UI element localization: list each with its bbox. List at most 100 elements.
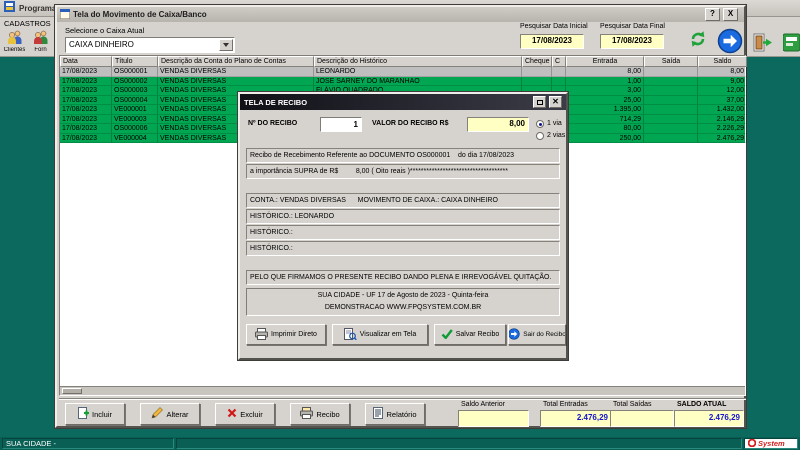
desktop: { "app": { "title": "Programa", "menu": … bbox=[0, 0, 800, 450]
dialog-titlebar[interactable]: TELA DE RECIBO ✕ bbox=[240, 94, 566, 110]
table-cell: 12,00 bbox=[698, 86, 747, 96]
toolbar-clientes-button[interactable]: Clientes bbox=[2, 30, 27, 57]
window-titlebar[interactable]: Tela do Movimento de Caixa/Banco bbox=[57, 7, 744, 22]
table-row[interactable]: 17/08/2023OS000002VENDAS DIVERSASJOSE SA… bbox=[60, 77, 745, 87]
incluir-button[interactable]: Incluir bbox=[65, 403, 125, 425]
toolbar-icon-button[interactable] bbox=[783, 32, 800, 58]
statusbar-spacer bbox=[176, 438, 742, 449]
table-cell: 8,00 bbox=[698, 67, 747, 77]
printer-icon bbox=[255, 328, 268, 342]
saldo-anterior-field bbox=[458, 410, 529, 427]
search-go-button[interactable] bbox=[717, 28, 743, 54]
table-cell: 8,00 bbox=[566, 67, 644, 77]
statusbar-city: SUA CIDADE - bbox=[2, 438, 174, 449]
alterar-button[interactable]: Alterar bbox=[140, 403, 200, 425]
grid-header: Data Título Descrição da Conta do Plano … bbox=[60, 56, 745, 67]
toolbar-icon bbox=[783, 40, 800, 57]
button-label: Incluir bbox=[92, 410, 112, 419]
column-header[interactable]: C bbox=[552, 56, 566, 67]
dialog-close-button[interactable]: ✕ bbox=[549, 96, 562, 108]
date-end-field[interactable]: 17/08/2023 bbox=[600, 34, 664, 49]
saldo-anterior-label: Saldo Anterior bbox=[461, 401, 505, 408]
excluir-button[interactable]: Excluir bbox=[215, 403, 275, 425]
table-cell: 17/08/2023 bbox=[60, 77, 112, 87]
button-label: Recibo bbox=[316, 410, 339, 419]
exit-door-icon bbox=[752, 40, 773, 57]
table-cell: 1,00 bbox=[566, 77, 644, 87]
sair-recibo-button[interactable]: Sair do Recibo bbox=[508, 324, 566, 345]
column-header[interactable]: Título bbox=[112, 56, 158, 67]
table-cell: OS000001 bbox=[112, 67, 158, 77]
caixa-combobox[interactable]: CAIXA DINHEIRO bbox=[65, 37, 235, 53]
table-cell bbox=[644, 124, 698, 134]
visualizar-tela-button[interactable]: Visualizar em Tela bbox=[332, 324, 428, 345]
toolbar-label: Clientes bbox=[4, 47, 26, 53]
table-cell bbox=[644, 115, 698, 125]
column-header[interactable]: Entrada bbox=[566, 56, 644, 67]
column-header[interactable]: Saldo bbox=[698, 56, 747, 67]
total-entradas-label: Total Entradas bbox=[543, 401, 588, 408]
horizontal-scrollbar[interactable] bbox=[60, 386, 745, 395]
refresh-icon bbox=[688, 29, 708, 54]
table-cell: 1.432,00 bbox=[698, 105, 747, 115]
table-cell: 2.476,29 bbox=[698, 134, 747, 144]
table-cell bbox=[644, 105, 698, 115]
column-header[interactable]: Cheque bbox=[522, 56, 552, 67]
table-cell: OS000002 bbox=[112, 77, 158, 87]
logo-swirl-icon bbox=[748, 439, 756, 449]
close-button[interactable]: X bbox=[723, 8, 738, 21]
add-record-icon bbox=[78, 407, 89, 421]
menu-cadastros[interactable]: CADASTROS bbox=[4, 19, 51, 28]
clients-icon bbox=[7, 30, 23, 47]
recibo-importancia-line: a importância SUPRA de R$ 8,00 ( Oito re… bbox=[246, 164, 560, 179]
toolbar-label: Forn bbox=[34, 47, 46, 53]
table-cell: 2.146,29 bbox=[698, 115, 747, 125]
valor-recibo-input[interactable]: 8,00 bbox=[467, 117, 529, 132]
table-cell: VENDAS DIVERSAS bbox=[158, 77, 314, 87]
toolbar-fornecedores-button[interactable]: Forn bbox=[28, 30, 53, 57]
date-start-field[interactable]: 17/08/2023 bbox=[520, 34, 584, 49]
table-row[interactable]: 17/08/2023OS000001VENDAS DIVERSASLEONARD… bbox=[60, 67, 745, 77]
numero-recibo-input[interactable]: 1 bbox=[320, 117, 362, 132]
toolbar-exit-button[interactable] bbox=[752, 32, 773, 58]
table-cell: 17/08/2023 bbox=[60, 67, 112, 77]
relatorio-button[interactable]: Relatório bbox=[365, 403, 425, 425]
caixa-value: CAIXA DINHEIRO bbox=[69, 40, 134, 49]
preview-magnifier-icon bbox=[344, 328, 357, 342]
salvar-recibo-button[interactable]: Salvar Recibo bbox=[434, 324, 506, 345]
column-header[interactable]: Saída bbox=[644, 56, 698, 67]
fpqsystem-logo: System bbox=[744, 438, 798, 449]
table-cell: 9,00 bbox=[698, 77, 747, 87]
table-cell bbox=[522, 67, 552, 77]
suppliers-icon bbox=[33, 30, 49, 47]
column-header[interactable]: Descrição do Histórico bbox=[314, 56, 522, 67]
chevron-down-icon[interactable] bbox=[219, 39, 233, 51]
table-cell bbox=[644, 77, 698, 87]
total-saidas-label: Total Saídas bbox=[613, 401, 652, 408]
radio-icon[interactable] bbox=[536, 132, 544, 140]
vias-radio-2[interactable]: 2 vias bbox=[536, 127, 565, 145]
date-start-label: Pesquisar Data Inicial bbox=[520, 23, 588, 30]
recibo-documento-line: Recibo de Recebimento Referente ao DOCUM… bbox=[246, 148, 560, 163]
restore-icon[interactable] bbox=[533, 96, 546, 108]
column-header[interactable]: Data bbox=[60, 56, 112, 67]
table-cell: 17/08/2023 bbox=[60, 105, 112, 115]
table-cell: VE000001 bbox=[112, 105, 158, 115]
table-cell bbox=[522, 77, 552, 87]
pencil-icon bbox=[151, 407, 163, 421]
recibo-button[interactable]: Recibo bbox=[290, 403, 350, 425]
refresh-button[interactable] bbox=[686, 29, 710, 53]
numero-recibo-label: Nº DO RECIBO bbox=[248, 120, 297, 127]
scrollbar-thumb[interactable] bbox=[62, 388, 82, 394]
valor-recibo-label: VALOR DO RECIBO R$ bbox=[372, 120, 449, 127]
help-button[interactable]: ? bbox=[705, 8, 720, 21]
imprimir-direto-button[interactable]: Imprimir Direto bbox=[246, 324, 326, 345]
report-icon bbox=[373, 407, 383, 421]
table-cell bbox=[644, 134, 698, 144]
table-cell: OS000004 bbox=[112, 96, 158, 106]
table-cell bbox=[644, 67, 698, 77]
window-title: Tela do Movimento de Caixa/Banco bbox=[73, 10, 207, 19]
table-cell: 17/08/2023 bbox=[60, 115, 112, 125]
column-header[interactable]: Descrição da Conta do Plano de Contas bbox=[158, 56, 314, 67]
dialog-title: TELA DE RECIBO bbox=[244, 98, 530, 107]
